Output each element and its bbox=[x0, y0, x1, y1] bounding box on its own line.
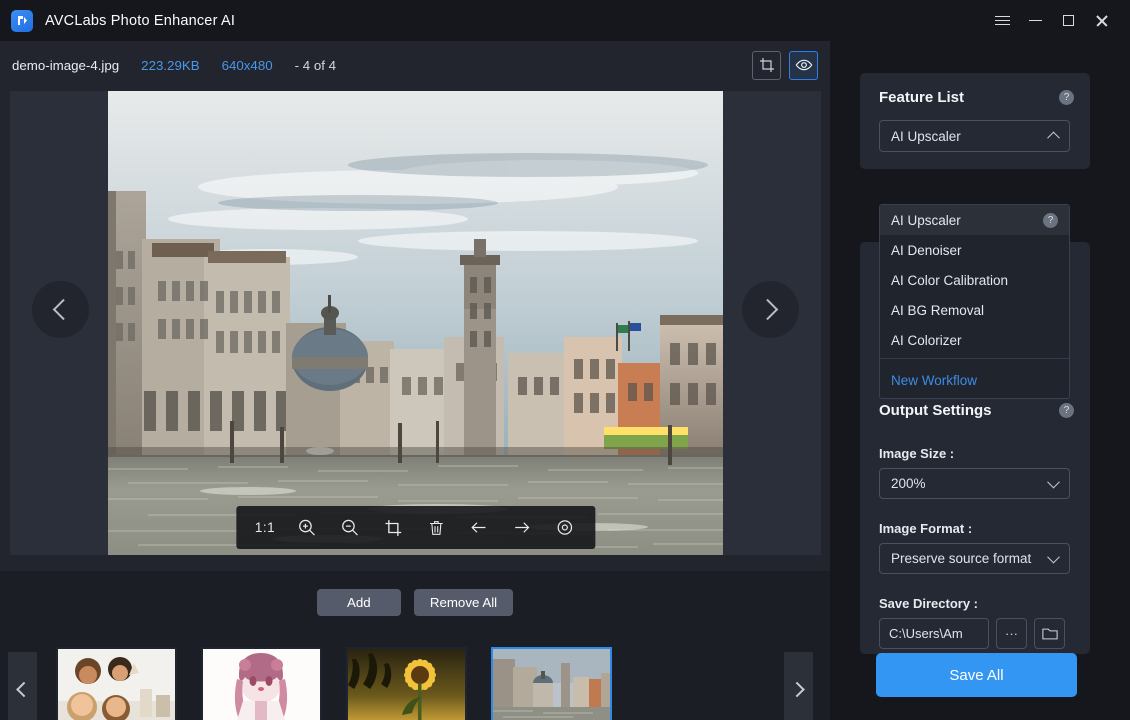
thumbstrip-prev-button[interactable] bbox=[8, 652, 37, 720]
title-bar: AVCLabs Photo Enhancer AI bbox=[0, 0, 1130, 41]
arrow-right-icon[interactable] bbox=[511, 517, 533, 539]
file-info-bar: demo-image-4.jpg 223.29KB 640x480 - 4 of… bbox=[0, 41, 830, 89]
feature-list-panel: Feature List ? AI Upscaler bbox=[860, 73, 1090, 169]
dropdown-option-label: AI Color Calibration bbox=[891, 273, 1008, 288]
sunflower-photo bbox=[348, 649, 465, 720]
dropdown-option-ai-bg-removal[interactable]: AI BG Removal bbox=[880, 295, 1069, 325]
output-settings-title: Output Settings bbox=[879, 402, 992, 419]
hamburger-menu-icon[interactable] bbox=[986, 0, 1019, 41]
close-icon[interactable] bbox=[1085, 0, 1118, 41]
image-format-value: Preserve source format bbox=[891, 551, 1039, 566]
folder-icon[interactable] bbox=[1034, 618, 1065, 649]
chevron-left-icon bbox=[16, 682, 32, 698]
help-icon[interactable]: ? bbox=[1043, 213, 1058, 228]
list-item[interactable] bbox=[201, 647, 322, 720]
add-button[interactable]: Add bbox=[317, 589, 401, 616]
arrow-left-icon[interactable] bbox=[468, 517, 490, 539]
dropdown-option-ai-upscaler[interactable]: AI Upscaler ? bbox=[880, 205, 1069, 235]
thumbnail-list bbox=[56, 647, 612, 720]
avclabs-logo-icon bbox=[11, 10, 33, 32]
list-item[interactable] bbox=[491, 647, 612, 720]
thumbstrip-next-button[interactable] bbox=[784, 652, 813, 720]
feature-list-header: Feature List ? bbox=[860, 73, 1090, 106]
dropdown-option-ai-colorizer[interactable]: AI Colorizer bbox=[880, 325, 1069, 355]
group-selfie-photo bbox=[58, 649, 175, 720]
dropdown-option-ai-color-calibration[interactable]: AI Color Calibration bbox=[880, 265, 1069, 295]
chevron-right-icon bbox=[789, 682, 805, 698]
minimize-icon[interactable] bbox=[1019, 0, 1052, 41]
save-directory-row: C:\Users\Am ··· bbox=[879, 618, 1090, 649]
image-format-select[interactable]: Preserve source format bbox=[879, 543, 1070, 574]
file-dimensions: 640x480 bbox=[222, 58, 273, 73]
eye-icon[interactable] bbox=[789, 51, 818, 80]
zoom-in-icon[interactable] bbox=[296, 517, 318, 539]
crop-icon[interactable] bbox=[382, 517, 404, 539]
anime-illustration bbox=[203, 649, 320, 720]
maximize-icon[interactable] bbox=[1052, 0, 1085, 41]
file-size: 223.29KB bbox=[141, 58, 199, 73]
help-icon[interactable]: ? bbox=[1059, 90, 1074, 105]
feature-select-value: AI Upscaler bbox=[891, 129, 961, 144]
app-title: AVCLabs Photo Enhancer AI bbox=[45, 13, 235, 29]
dropdown-option-label: AI Colorizer bbox=[891, 333, 962, 348]
main-region: demo-image-4.jpg 223.29KB 640x480 - 4 of… bbox=[0, 41, 830, 571]
main-preview-image bbox=[108, 91, 723, 555]
new-workflow-link[interactable]: New Workflow bbox=[880, 362, 1069, 398]
image-viewer[interactable]: 1:1 bbox=[10, 91, 821, 555]
chevron-left-icon bbox=[53, 299, 74, 320]
file-bar-tools bbox=[752, 51, 818, 80]
save-directory-input[interactable]: C:\Users\Am bbox=[879, 618, 989, 649]
feature-list-title: Feature List bbox=[879, 89, 964, 106]
zoom-out-icon[interactable] bbox=[339, 517, 361, 539]
save-all-button[interactable]: Save All bbox=[876, 653, 1077, 697]
list-actions-bar: Add Remove All bbox=[0, 571, 830, 633]
eye-compare-icon[interactable] bbox=[554, 517, 576, 539]
chevron-down-icon bbox=[1047, 476, 1060, 489]
image-size-select[interactable]: 200% bbox=[879, 468, 1070, 499]
feature-select[interactable]: AI Upscaler bbox=[879, 120, 1070, 152]
dropdown-option-label: AI Upscaler bbox=[891, 213, 961, 228]
image-toolbar: 1:1 bbox=[236, 506, 595, 549]
chevron-up-icon bbox=[1047, 131, 1060, 144]
browse-dots-button[interactable]: ··· bbox=[996, 618, 1027, 649]
previous-image-button[interactable] bbox=[32, 281, 89, 338]
right-sidebar: Feature List ? AI Upscaler Output Settin… bbox=[830, 41, 1130, 720]
help-icon[interactable]: ? bbox=[1059, 403, 1074, 418]
save-directory-label: Save Directory : bbox=[879, 596, 1090, 611]
crop-icon[interactable] bbox=[752, 51, 781, 80]
window-controls bbox=[986, 0, 1130, 41]
feature-list-dropdown: AI Upscaler ? AI Denoiser AI Color Calib… bbox=[879, 204, 1070, 399]
list-item[interactable] bbox=[56, 647, 177, 720]
dropdown-option-ai-denoiser[interactable]: AI Denoiser bbox=[880, 235, 1069, 265]
list-item[interactable] bbox=[346, 647, 467, 720]
app-window: AVCLabs Photo Enhancer AI demo-image-4.j… bbox=[0, 0, 1130, 720]
thumbnail-strip bbox=[0, 633, 830, 720]
dropdown-option-label: AI Denoiser bbox=[891, 243, 962, 258]
zoom-ratio-label[interactable]: 1:1 bbox=[255, 520, 275, 535]
image-size-value: 200% bbox=[891, 476, 926, 491]
chevron-right-icon bbox=[757, 299, 778, 320]
next-image-button[interactable] bbox=[742, 281, 799, 338]
dropdown-divider bbox=[880, 358, 1069, 359]
chevron-down-icon bbox=[1047, 551, 1060, 564]
venice-canal-photo bbox=[493, 649, 610, 720]
dropdown-option-label: AI BG Removal bbox=[891, 303, 984, 318]
image-format-label: Image Format : bbox=[879, 521, 1090, 536]
remove-all-button[interactable]: Remove All bbox=[414, 589, 513, 616]
file-name: demo-image-4.jpg bbox=[12, 58, 119, 73]
image-size-label: Image Size : bbox=[879, 446, 1090, 461]
trash-icon[interactable] bbox=[425, 517, 447, 539]
file-counter: - 4 of 4 bbox=[295, 58, 336, 73]
